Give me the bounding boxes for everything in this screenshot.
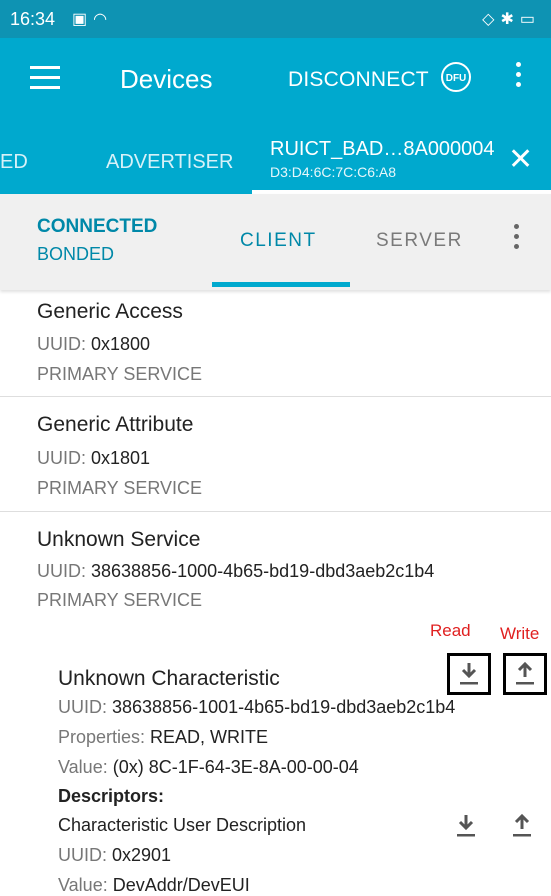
close-icon[interactable]: ✕ xyxy=(508,142,533,177)
download-icon xyxy=(457,815,475,837)
descriptor-read-button[interactable] xyxy=(447,808,485,844)
device-address: D3:D4:6C:7C:C6:A8 xyxy=(270,164,397,180)
connection-state: CONNECTED xyxy=(37,216,158,237)
tab-client[interactable]: CLIENT xyxy=(240,230,317,252)
status-time: 16:34 xyxy=(10,9,56,29)
service-type: PRIMARY SERVICE xyxy=(37,478,203,498)
disconnect-button[interactable]: DISCONNECT xyxy=(288,68,429,92)
menu-icon[interactable] xyxy=(30,66,60,90)
wifi-icon: ◠ xyxy=(93,11,114,28)
tab-advertiser[interactable]: ADVERTISER xyxy=(106,151,233,174)
service-uuid: UUID: 0x1800 xyxy=(37,334,151,354)
status-bar: 16:34 ▣◠ ◇✱▭ xyxy=(0,0,551,38)
read-annotation: Read xyxy=(430,621,471,640)
image-notification-icon: ▣ xyxy=(72,11,94,28)
device-tab-bar: ED ADVERTISER RUICT_BAD…8A000004 D3:D4:6… xyxy=(0,120,551,194)
descriptors-heading: Descriptors: xyxy=(58,786,165,806)
service-name: Unknown Service xyxy=(37,528,201,551)
upload-icon xyxy=(516,661,534,685)
connection-tab-bar: CONNECTED BONDED CLIENT SERVER xyxy=(0,194,551,290)
connection-overflow-icon[interactable] xyxy=(514,224,520,254)
signal-icon: ◇ xyxy=(482,11,501,28)
descriptor-uuid: UUID: 0x2901 xyxy=(58,845,172,865)
characteristic-uuid: UUID: 38638856-1001-4b65-bd19-dbd3aeb2c1… xyxy=(58,697,456,717)
service-item[interactable]: Unknown Service UUID: 38638856-1000-4b65… xyxy=(0,512,551,612)
battery-icon: ▭ xyxy=(519,11,541,28)
tab-scanner-partial[interactable]: ED xyxy=(0,151,28,174)
read-button[interactable] xyxy=(447,653,491,695)
write-annotation: Write xyxy=(500,624,540,643)
bluetooth-icon: ✱ xyxy=(500,11,520,28)
write-button[interactable] xyxy=(503,653,547,695)
system-icons: ◇✱▭ xyxy=(482,9,541,29)
service-item[interactable]: Generic Access UUID: 0x1800 PRIMARY SERV… xyxy=(0,290,551,396)
service-uuid: UUID: 38638856-1000-4b65-bd19-dbd3aeb2c1… xyxy=(37,561,435,581)
client-tab-indicator xyxy=(212,282,350,287)
device-name: RUICT_BAD…8A000004 xyxy=(270,138,495,160)
characteristic-value: Value: (0x) 8C-1F-64-3E-8A-00-00-04 xyxy=(58,757,359,777)
app-bar: Devices DISCONNECT DFU xyxy=(0,38,551,120)
descriptor-write-button[interactable] xyxy=(503,808,541,844)
notification-icons: ▣◠ xyxy=(72,9,113,29)
service-item[interactable]: Generic Attribute UUID: 0x1801 PRIMARY S… xyxy=(0,397,551,511)
service-type: PRIMARY SERVICE xyxy=(37,590,203,610)
tab-device[interactable]: RUICT_BAD…8A000004 D3:D4:6C:7C:C6:A8 xyxy=(270,138,495,180)
service-uuid: UUID: 0x1801 xyxy=(37,448,151,468)
characteristic-name: Unknown Characteristic xyxy=(58,667,280,690)
service-name: Generic Attribute xyxy=(37,413,194,436)
service-name: Generic Access xyxy=(37,300,183,323)
descriptor-name: Characteristic User Description xyxy=(58,815,307,835)
bond-state: BONDED xyxy=(37,244,115,264)
descriptor-value: Value: DevAddr/DevEUI xyxy=(58,875,250,895)
service-type: PRIMARY SERVICE xyxy=(37,364,203,384)
tab-server[interactable]: SERVER xyxy=(376,230,463,252)
characteristic-properties: Properties: READ, WRITE xyxy=(58,727,269,747)
download-icon xyxy=(460,663,478,685)
page-title: Devices xyxy=(120,64,213,94)
upload-icon xyxy=(513,813,531,837)
overflow-menu-icon[interactable] xyxy=(516,62,522,92)
dfu-icon[interactable]: DFU xyxy=(441,62,471,92)
